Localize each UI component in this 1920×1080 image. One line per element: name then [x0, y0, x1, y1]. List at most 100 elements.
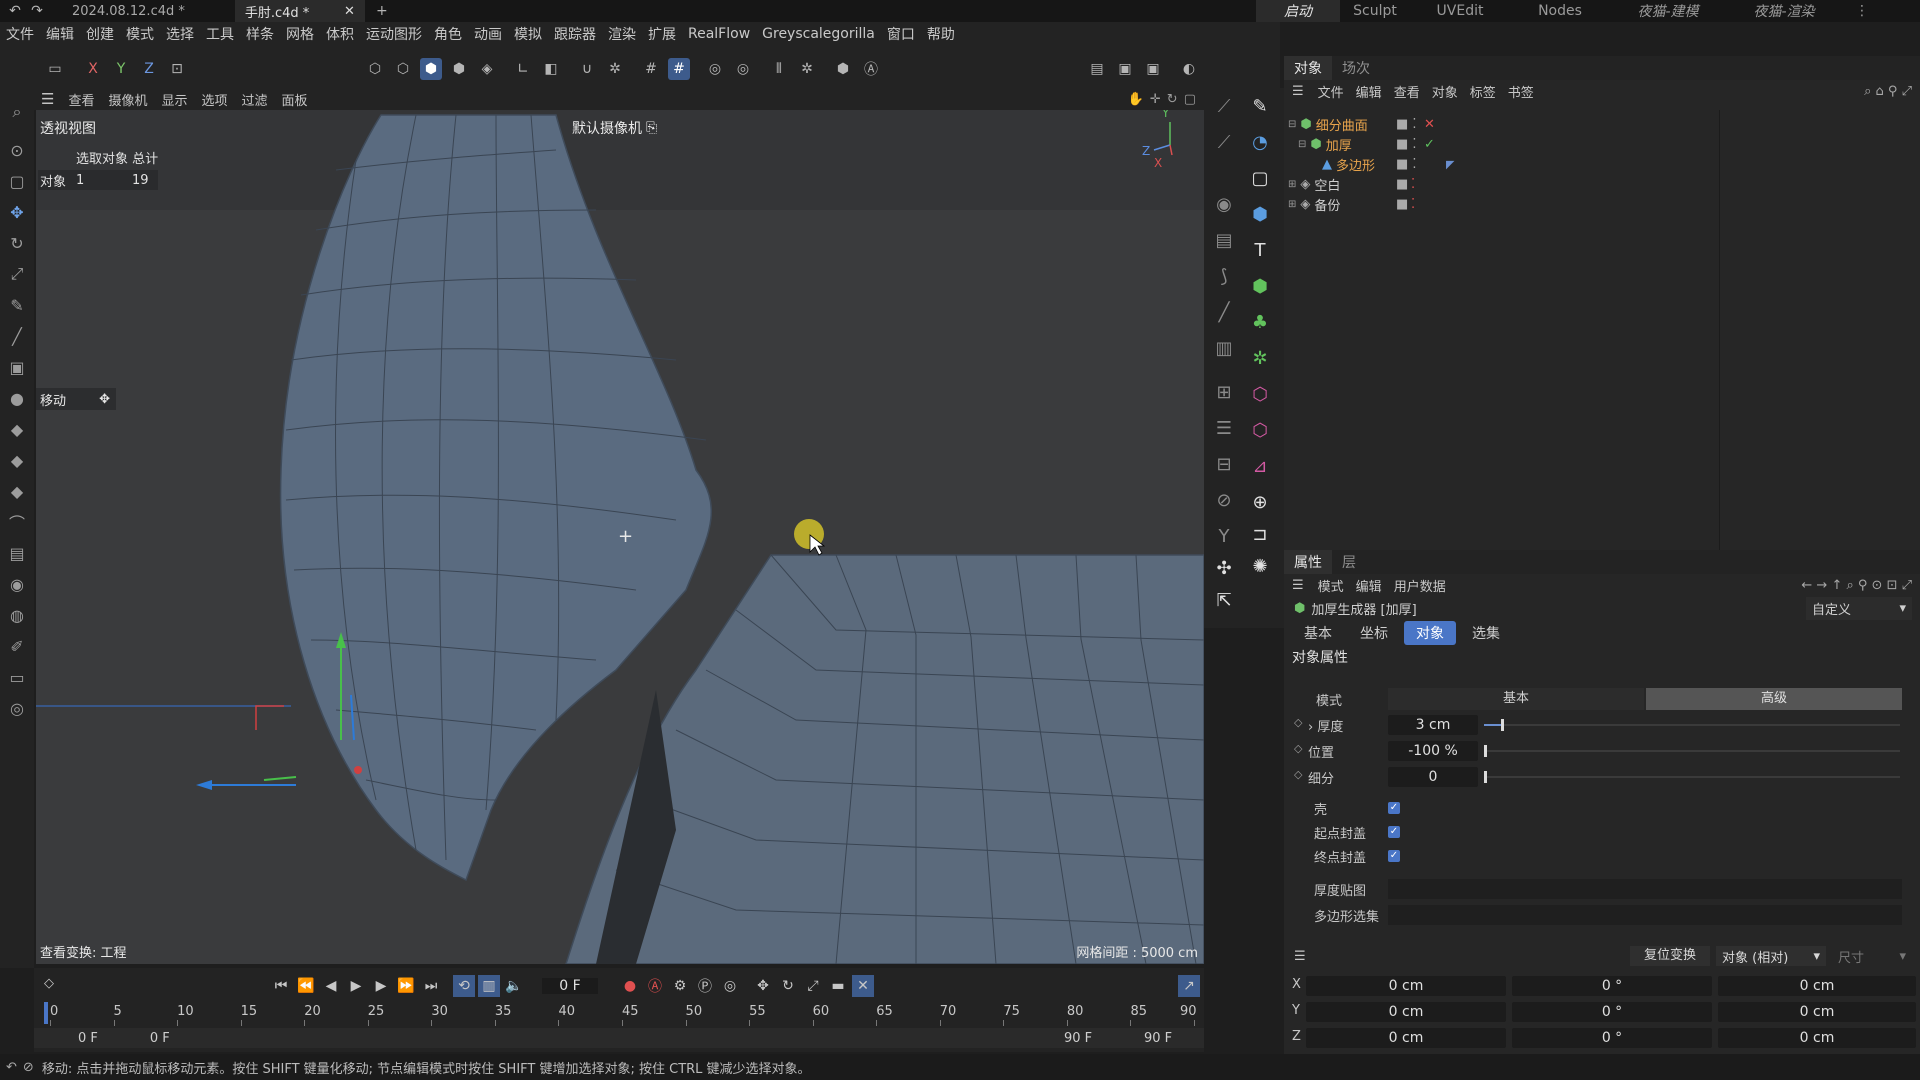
menu-tools[interactable]: 工具	[200, 22, 240, 46]
menu-render[interactable]: 渲染	[602, 22, 642, 46]
symmetry-icon[interactable]: ⫴	[768, 58, 790, 80]
start-cap-checkbox[interactable]: ✓	[1388, 826, 1400, 838]
menu-animate[interactable]: 动画	[468, 22, 508, 46]
keyframe-selection-icon[interactable]: ⚙	[669, 975, 691, 997]
object-row-thicken[interactable]: ⊟ ⬢ 加厚 ■ ⁚ ✓	[1284, 134, 1920, 154]
coordinate-system-icon[interactable]: ⊡	[166, 58, 188, 80]
plane-icon[interactable]: ▢	[1246, 164, 1274, 192]
tag-icon[interactable]: ⊘	[1210, 486, 1238, 514]
preview-end-frame[interactable]: 90 F	[1064, 1031, 1092, 1046]
key-rotate-icon[interactable]: ↻	[777, 975, 799, 997]
workplane-icon[interactable]: #	[668, 58, 690, 80]
attr-menu-userdata[interactable]: 用户数据	[1388, 576, 1452, 595]
tab-attributes[interactable]: 属性	[1284, 550, 1332, 574]
paint-icon[interactable]: ✐	[4, 633, 30, 659]
viewport-menu-icon[interactable]: ☰	[34, 90, 61, 108]
visibility-dots[interactable]: ■ ⁚	[1396, 137, 1417, 152]
position-z-field[interactable]: 0 cm	[1306, 1028, 1506, 1048]
end-cap-checkbox[interactable]: ✓	[1388, 850, 1400, 862]
expand-icon[interactable]: ⊞	[1288, 199, 1296, 210]
text-icon[interactable]: T	[1246, 236, 1274, 264]
playhead[interactable]	[44, 1002, 48, 1024]
layout-tab-modeling[interactable]: 夜猫-建模	[1610, 0, 1726, 22]
menu-mesh[interactable]: 网格	[280, 22, 320, 46]
layout-tab-rendering[interactable]: 夜猫-渲染	[1726, 0, 1842, 22]
object-row-polygon[interactable]: ▲ 多边形 ■ ⁚ ◤	[1284, 154, 1920, 174]
preset-dropdown[interactable]: 自定义 ▾	[1806, 596, 1912, 620]
tab-takes[interactable]: 场次	[1332, 56, 1380, 80]
lock-z-axis[interactable]: Z	[138, 58, 160, 80]
coordinate-menu-icon[interactable]: ☰	[1284, 949, 1316, 964]
om-menu-file[interactable]: 文件	[1312, 82, 1350, 101]
cube-icon[interactable]: ◆	[4, 416, 30, 442]
om-menu-bookmarks[interactable]: 书签	[1502, 82, 1540, 101]
particles-icon[interactable]: ✣	[1210, 554, 1238, 582]
subtab-selections[interactable]: 选集	[1460, 621, 1512, 645]
subtab-object[interactable]: 对象	[1404, 621, 1456, 645]
menu-mode[interactable]: 模式	[120, 22, 160, 46]
subdivision-slider-knob[interactable]	[1484, 771, 1487, 783]
subtab-coordinates[interactable]: 坐标	[1348, 621, 1400, 645]
dolly-view-icon[interactable]: ✛	[1150, 92, 1161, 107]
visibility-dots[interactable]: ■	[1396, 197, 1408, 212]
preview-range-bar[interactable]: 0 F 0 F 90 F 90 F	[34, 1028, 1204, 1048]
extrude-icon[interactable]: ▤	[4, 540, 30, 566]
next-frame-icon[interactable]: ▶	[370, 975, 392, 997]
tab-objects[interactable]: 对象	[1284, 56, 1332, 80]
effector-icon[interactable]: ✲	[1246, 344, 1274, 372]
tube-icon[interactable]: ⌒	[4, 509, 30, 535]
position-x-field[interactable]: 0 cm	[1306, 976, 1506, 996]
lock-y-axis[interactable]: Y	[110, 58, 132, 80]
light-icon[interactable]: ▤	[1210, 226, 1238, 254]
previous-frame-icon[interactable]: ◀	[320, 975, 342, 997]
automatic-icon[interactable]: Ⓐ	[860, 58, 882, 80]
lock-x-axis[interactable]: X	[82, 58, 104, 80]
grid-icon[interactable]: #	[640, 58, 662, 80]
size-x-field[interactable]: 0 cm	[1718, 976, 1916, 996]
snap-settings-icon[interactable]: ✲	[604, 58, 626, 80]
om-menu-object[interactable]: 对象	[1426, 82, 1464, 101]
keyframe-mode-icon[interactable]: ◇	[44, 976, 54, 991]
current-frame-field[interactable]: 0 F	[542, 978, 598, 994]
shell-checkbox[interactable]: ✓	[1388, 802, 1400, 814]
menu-volume[interactable]: 体积	[320, 22, 360, 46]
z-arrow-icon[interactable]	[196, 780, 212, 790]
coordinate-mode-dropdown[interactable]: 对象 (相对) ▾	[1716, 946, 1826, 966]
object-row-subdivision[interactable]: ⊟ ⬢ 细分曲面 ■ ⁚ ✕	[1284, 114, 1920, 134]
hidden-dots-icon[interactable]: ⁚	[1411, 197, 1415, 212]
size-y-field[interactable]: 0 cm	[1718, 1002, 1916, 1022]
render-settings-icon[interactable]: ▣	[1142, 58, 1164, 80]
timeline-mode-icon[interactable]: ▥	[478, 975, 500, 997]
reset-transform-button[interactable]: 复位变换	[1630, 946, 1710, 966]
menu-window[interactable]: 窗口	[881, 22, 921, 46]
maximize-view-icon[interactable]: ▢	[1184, 92, 1196, 107]
disabled-icon[interactable]: ✕	[1424, 117, 1435, 132]
hidden-dots-icon[interactable]: ⁚	[1411, 177, 1415, 192]
light-object-icon[interactable]: ✺	[1246, 552, 1274, 580]
om-menu-edit[interactable]: 编辑	[1350, 82, 1388, 101]
circle-spline-icon[interactable]: ◔	[1246, 128, 1274, 156]
boolean-icon[interactable]: ⊿	[1246, 452, 1274, 480]
menu-character[interactable]: 角色	[428, 22, 468, 46]
attr-menu-mode[interactable]: 模式	[1312, 576, 1350, 595]
menu-greyscalegorilla[interactable]: Greyscalegorilla	[756, 22, 881, 46]
camera-label[interactable]: 默认摄像机 ⎘	[572, 118, 657, 138]
solo-icon[interactable]: ◎	[704, 58, 726, 80]
thickness-slider[interactable]	[1484, 724, 1900, 726]
attr-nav-icons[interactable]: ← → ↑ ⌕ ⚲ ⊙ ⊡ ⤢	[1801, 578, 1920, 593]
end-frame[interactable]: 90 F	[1144, 1031, 1172, 1046]
mode-advanced-button[interactable]: 高级	[1646, 688, 1902, 710]
sky-icon[interactable]: ◎	[4, 695, 30, 721]
layout-tab-nodes[interactable]: Nodes	[1510, 0, 1610, 22]
plane-handle[interactable]	[263, 776, 297, 781]
scale-tool-icon[interactable]: ⤢	[4, 261, 30, 287]
floor-icon[interactable]: ▭	[4, 664, 30, 690]
pen-icon[interactable]: ✎	[1246, 92, 1274, 120]
sketch-icon[interactable]: ⟋	[1210, 128, 1238, 156]
rotation-x-field[interactable]: 0 °	[1512, 976, 1712, 996]
start-frame[interactable]: 0 F	[78, 1031, 98, 1046]
move-tool-icon[interactable]: ✥	[4, 199, 30, 225]
pan-view-icon[interactable]: ✋	[1128, 92, 1144, 107]
play-icon[interactable]: ▶	[345, 975, 367, 997]
material-icon[interactable]: ◍	[4, 602, 30, 628]
